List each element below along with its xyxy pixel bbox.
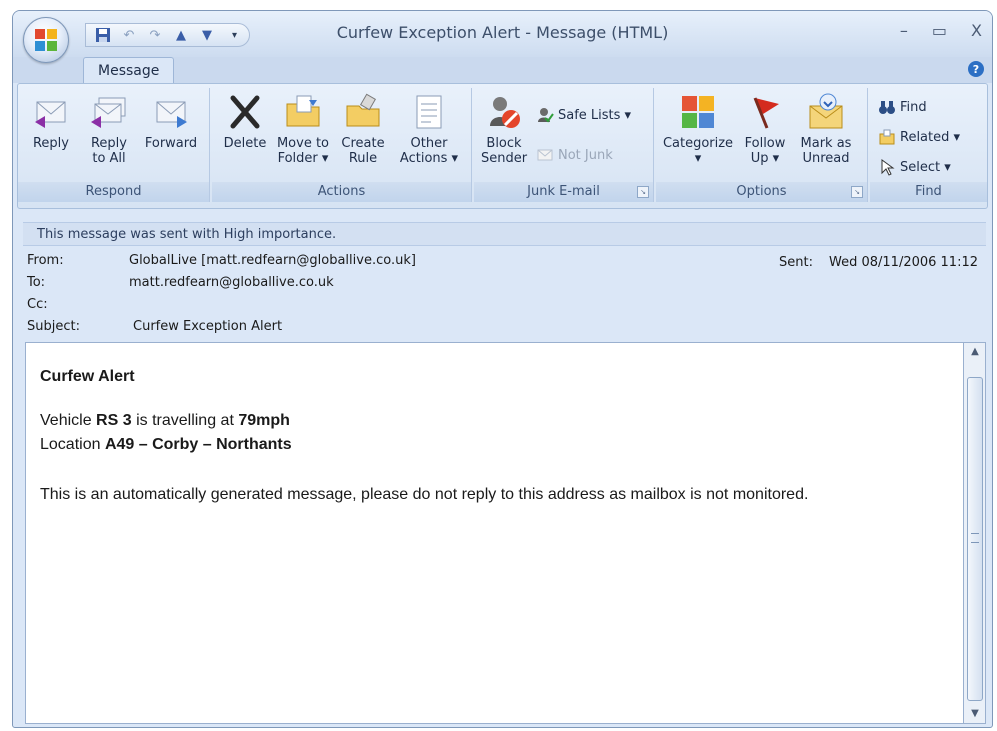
from-row: From: GlobalLive [matt.redfearn@globalli…	[23, 251, 986, 271]
to-row: To: matt.redfearn@globallive.co.uk	[23, 273, 986, 293]
actions-group: Delete Move to Folder ▾ Create Rule Othe…	[212, 88, 472, 202]
subject-row: Subject: Curfew Exception Alert	[23, 317, 986, 337]
scroll-up-arrow-icon[interactable]: ▲	[964, 343, 986, 361]
scroll-grip-icon	[971, 533, 979, 543]
to-value[interactable]: matt.redfearn@globallive.co.uk	[129, 273, 334, 293]
forward-button[interactable]: Forward	[142, 92, 200, 151]
not-junk-icon	[537, 149, 553, 161]
follow-up-button[interactable]: Follow Up ▾	[738, 92, 792, 166]
office-logo-icon	[35, 29, 57, 51]
respond-group: Reply Reply to All Forward Respond	[18, 88, 210, 202]
junk-email-group-label: Junk E-mail	[474, 182, 653, 202]
other-actions-button[interactable]: Other Actions ▾	[396, 92, 462, 166]
move-to-folder-button[interactable]: Move to Folder ▾	[274, 92, 332, 166]
find-group: Find Related ▾ Select ▾ Find	[870, 88, 987, 202]
block-sender-icon	[490, 97, 520, 128]
mark-as-unread-button[interactable]: Mark as Unread	[794, 92, 858, 166]
move-folder-icon	[286, 95, 320, 127]
block-sender-button[interactable]: Block Sender	[478, 92, 530, 166]
related-icon	[879, 129, 895, 145]
tab-message[interactable]: Message	[83, 57, 175, 84]
vertical-scrollbar[interactable]: ▲ ▼	[964, 342, 986, 724]
minimize-button[interactable]: –	[900, 21, 908, 40]
find-group-label: Find	[870, 182, 987, 202]
close-button[interactable]: X	[971, 21, 982, 40]
delete-icon	[230, 95, 260, 129]
vehicle-line: Vehicle RS 3 is travelling at 79mph	[40, 412, 290, 429]
body-heading: Curfew Alert	[40, 368, 135, 385]
sent-label: Sent:	[779, 255, 813, 270]
reply-icon	[35, 101, 66, 128]
location-line: Location A49 – Corby – Northants	[40, 436, 292, 453]
cc-label: Cc:	[27, 297, 48, 312]
junk-email-dialog-launcher-icon[interactable]: ↘	[637, 186, 649, 198]
auto-message-notice: This is an automatically generated messa…	[40, 486, 809, 503]
sent-info: Sent: Wed 08/11/2006 11:12	[763, 253, 978, 273]
reply-all-button[interactable]: Reply to All	[80, 92, 138, 166]
sent-value: Wed 08/11/2006 11:12	[829, 255, 978, 270]
location-value: A49 – Corby – Northants	[104, 436, 292, 453]
create-rule-icon	[346, 93, 380, 127]
categorize-button[interactable]: Categorize ▾	[660, 92, 736, 166]
message-body[interactable]: Curfew Alert Vehicle RS 3 is travelling …	[25, 342, 964, 724]
title-bar: ↶ ↷ ▲ ▼ ▾ Curfew Exception Alert - Messa…	[13, 11, 992, 63]
mark-unread-icon	[809, 93, 843, 129]
create-rule-button[interactable]: Create Rule	[334, 92, 392, 166]
forward-icon	[156, 101, 187, 128]
window-controls: – ▭ X	[900, 21, 982, 40]
options-group: Categorize ▾ Follow Up ▾ Mark as Unread …	[656, 88, 868, 202]
ribbon: Reply Reply to All Forward Respond Delet…	[17, 83, 988, 209]
scroll-down-arrow-icon[interactable]: ▼	[964, 705, 986, 723]
message-window: ↶ ↷ ▲ ▼ ▾ Curfew Exception Alert - Messa…	[12, 10, 993, 728]
find-button[interactable]: Find	[878, 98, 927, 116]
scroll-thumb[interactable]	[967, 377, 983, 701]
office-button[interactable]	[23, 17, 69, 63]
junk-email-group: Block Sender Safe Lists ▾ Not Junk Junk …	[474, 88, 654, 202]
follow-up-flag-icon	[753, 97, 779, 129]
categorize-icon	[682, 96, 714, 128]
binoculars-icon	[879, 101, 895, 114]
actions-group-label: Actions	[212, 182, 471, 202]
options-group-label: Options	[656, 182, 867, 202]
select-button[interactable]: Select ▾	[878, 158, 951, 176]
not-junk-button[interactable]: Not Junk	[536, 146, 613, 164]
related-button[interactable]: Related ▾	[878, 128, 960, 146]
message-header: From: GlobalLive [matt.redfearn@globalli…	[23, 249, 986, 341]
cursor-icon	[881, 159, 895, 176]
options-dialog-launcher-icon[interactable]: ↘	[851, 186, 863, 198]
from-label: From:	[27, 253, 64, 268]
help-icon[interactable]: ?	[968, 61, 984, 77]
safe-lists-button[interactable]: Safe Lists ▾	[536, 106, 631, 124]
reply-button[interactable]: Reply	[22, 92, 80, 151]
vehicle-id: RS 3	[96, 412, 132, 429]
safe-lists-icon	[538, 108, 554, 123]
window-title: Curfew Exception Alert - Message (HTML)	[336, 23, 669, 42]
cc-row: Cc:	[23, 295, 986, 315]
from-value[interactable]: GlobalLive [matt.redfearn@globallive.co.…	[129, 251, 416, 271]
respond-group-label: Respond	[18, 182, 209, 202]
reply-all-icon	[91, 97, 126, 128]
maximize-button[interactable]: ▭	[932, 21, 947, 40]
to-label: To:	[27, 275, 46, 290]
vehicle-speed: 79mph	[238, 412, 290, 429]
subject-value: Curfew Exception Alert	[133, 319, 283, 334]
subject-label: Subject:	[27, 319, 80, 334]
importance-infobar: This message was sent with High importan…	[23, 222, 986, 246]
ribbon-tabs: Message ?	[13, 57, 992, 84]
delete-button[interactable]: Delete	[216, 92, 274, 151]
other-actions-icon	[416, 95, 442, 129]
